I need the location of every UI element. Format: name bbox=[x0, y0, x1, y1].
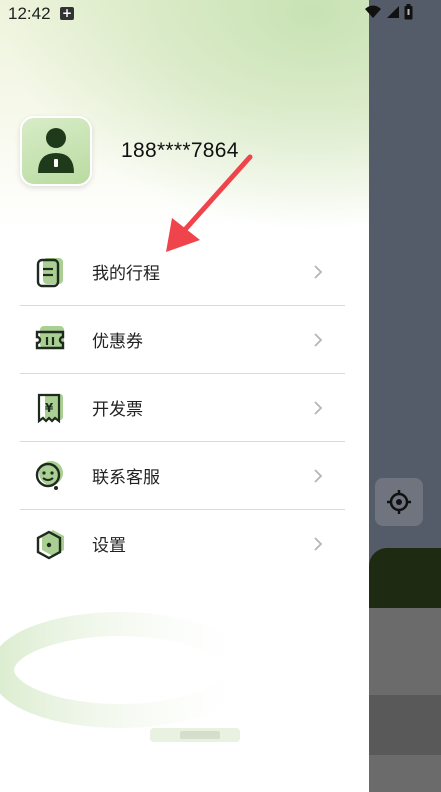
chevron-right-icon bbox=[314, 536, 323, 551]
user-avatar-icon bbox=[38, 128, 74, 173]
status-icons bbox=[364, 4, 413, 20]
menu-item-coupons[interactable]: 优惠券 bbox=[20, 306, 345, 374]
menu-item-customer-service[interactable]: 联系客服 bbox=[20, 442, 345, 510]
trip-document-icon bbox=[30, 252, 70, 292]
chevron-right-icon bbox=[314, 332, 323, 347]
menu-label: 开发票 bbox=[92, 400, 143, 420]
wifi-icon bbox=[365, 5, 381, 18]
decorative-swoosh bbox=[0, 612, 250, 742]
status-bar: 12:42 + bbox=[0, 0, 441, 28]
side-drawer: 188****7864 我的行程 优惠券 ¥ 开发票 联系客服 设置 bbox=[0, 0, 369, 792]
menu-label: 优惠券 bbox=[92, 332, 143, 352]
user-phone-number: 188****7864 bbox=[121, 139, 239, 162]
invoice-receipt-icon: ¥ bbox=[30, 388, 70, 428]
drawer-header-background bbox=[0, 0, 369, 230]
drawer-menu: 我的行程 优惠券 ¥ 开发票 联系客服 设置 bbox=[20, 238, 345, 577]
map-bottom-panel bbox=[369, 548, 441, 608]
svg-text:¥: ¥ bbox=[45, 401, 54, 415]
chevron-right-icon bbox=[314, 468, 323, 483]
status-time: 12:42 bbox=[8, 4, 51, 23]
menu-item-my-trips[interactable]: 我的行程 bbox=[20, 238, 345, 306]
map-overlay-card bbox=[369, 695, 441, 755]
cellular-signal-icon bbox=[387, 6, 399, 18]
battery-icon bbox=[404, 4, 413, 20]
chevron-right-icon bbox=[314, 400, 323, 415]
menu-item-settings[interactable]: 设置 bbox=[20, 510, 345, 577]
chevron-right-icon bbox=[314, 264, 323, 279]
locate-button[interactable] bbox=[375, 478, 423, 526]
menu-label: 我的行程 bbox=[92, 264, 160, 284]
plus-box-icon: + bbox=[60, 6, 74, 20]
crosshair-icon bbox=[387, 490, 411, 514]
settings-hexagon-icon bbox=[30, 524, 70, 564]
customer-service-icon bbox=[30, 456, 70, 496]
coupon-ticket-icon bbox=[30, 320, 70, 360]
menu-item-invoice[interactable]: ¥ 开发票 bbox=[20, 374, 345, 442]
menu-label: 联系客服 bbox=[92, 468, 160, 488]
avatar[interactable] bbox=[20, 116, 92, 186]
menu-label: 设置 bbox=[92, 536, 126, 556]
